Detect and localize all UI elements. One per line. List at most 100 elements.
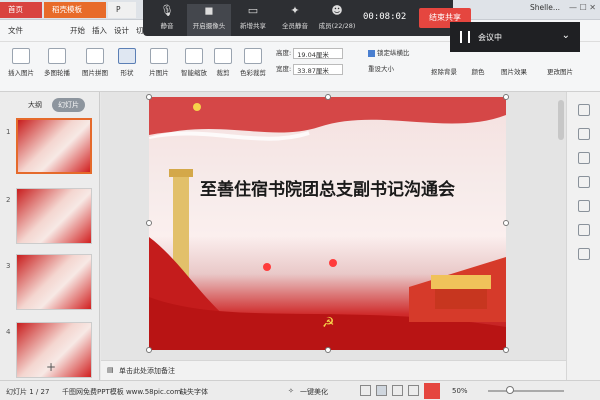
tab-home[interactable]: 首页: [0, 2, 42, 18]
slide-thumbnail[interactable]: [16, 118, 92, 174]
shape-icon: [118, 48, 136, 64]
right-side-toolbar: [566, 92, 600, 380]
sorter-view-icon[interactable]: [392, 385, 403, 396]
lock-ratio-checkbox[interactable]: 锁定纵横比: [368, 47, 410, 59]
meeting-toolbar: 🎙 静音 ◼ 开启摄像头 ▭ 新增共享 ✦ 全员静音 ☻ 成员(22/28) 00:08:…: [143, 0, 471, 36]
crop-icon: [214, 48, 232, 64]
template-name: 千图网免费PPT模板 www.58pic.com: [62, 388, 182, 396]
camera-icon: ◼: [204, 4, 214, 17]
shape-button[interactable]: 形状: [114, 48, 140, 77]
vertical-scrollbar[interactable]: [558, 100, 564, 140]
zoom-slider[interactable]: [488, 390, 564, 392]
multi-image-button[interactable]: 多图轮播: [40, 48, 74, 77]
height-input[interactable]: 19.04厘米: [293, 47, 344, 59]
missing-font-button[interactable]: 缺失字体: [180, 387, 208, 397]
slide-thumbnail[interactable]: [16, 188, 92, 244]
menu-insert[interactable]: 插入: [92, 25, 107, 36]
height-field[interactable]: 高度: 19.04厘米: [276, 47, 344, 59]
image-icon: [12, 48, 30, 64]
properties-icon[interactable]: [578, 128, 590, 140]
picture-icon: [150, 48, 168, 64]
microphone-icon: 🎙: [160, 4, 174, 17]
menu-file[interactable]: 文件: [8, 25, 23, 36]
width-field[interactable]: 宽度: 33.87厘米: [276, 63, 344, 75]
notes-bar[interactable]: ▤ 单击此处添加备注: [101, 360, 566, 380]
reading-view-icon[interactable]: [408, 385, 419, 396]
play-slideshow-button[interactable]: [424, 383, 440, 399]
layout-icon[interactable]: [578, 224, 590, 236]
rotate-icon: [244, 48, 262, 64]
resize-handle[interactable]: [503, 220, 509, 226]
slide-number: 3: [6, 262, 11, 270]
comment-icon[interactable]: [578, 200, 590, 212]
zoom-icon: [185, 48, 203, 64]
picture-effect-button[interactable]: 图片效果: [494, 66, 534, 76]
crop-image-button[interactable]: 片图片: [144, 48, 174, 77]
status-bar: 幻灯片 1 / 27 千图网免费PPT模板 www.58pic.com 缺失字体…: [0, 380, 600, 400]
resize-handle[interactable]: [503, 347, 509, 353]
chevron-down-icon[interactable]: ⌄: [562, 30, 570, 41]
zoom-slider-knob[interactable]: [506, 386, 514, 394]
resize-handle[interactable]: [503, 94, 509, 100]
slide-number: 4: [6, 328, 11, 336]
slide-number: 1: [6, 128, 11, 136]
add-slide-button[interactable]: +: [46, 360, 56, 374]
cursor-icon[interactable]: [578, 104, 590, 116]
resize-handle[interactable]: [146, 94, 152, 100]
color-button[interactable]: 颜色: [464, 66, 492, 76]
carousel-icon: [48, 48, 66, 64]
mute-all-icon: ✦: [290, 4, 300, 17]
menu-start[interactable]: 开始: [70, 25, 85, 36]
slide-canvas[interactable]: ☭ 至善住宿书院团总支副书记沟通会: [149, 97, 506, 350]
resize-handle[interactable]: [146, 220, 152, 226]
share-screen-icon: ▭: [247, 4, 259, 17]
beautify-button[interactable]: 一键美化: [300, 387, 328, 397]
insert-image-button[interactable]: 插入图片: [4, 48, 38, 77]
meeting-status-label: 会议中: [478, 33, 502, 42]
style-icon[interactable]: [578, 152, 590, 164]
svg-text:☭: ☭: [322, 315, 335, 331]
color-crop-button[interactable]: 色彩裁剪: [236, 48, 270, 77]
menu-design[interactable]: 设计: [114, 25, 129, 36]
change-picture-button[interactable]: 更改图片: [540, 66, 580, 76]
zoom-level[interactable]: 50%: [452, 387, 468, 395]
animation-icon[interactable]: [578, 176, 590, 188]
slide-background-art: ☭: [149, 97, 506, 350]
members-icon: ☻: [331, 4, 343, 17]
remove-background-button[interactable]: 抠除背景: [426, 66, 462, 76]
settings-icon[interactable]: [578, 248, 590, 260]
slide-thumbnail-panel: 大纲 幻灯片 1 2 3 4 +: [0, 92, 100, 380]
slide-title[interactable]: 至善住宿书院团总支副书记沟通会: [149, 175, 506, 200]
mute-button[interactable]: 🎙 静音: [147, 4, 187, 30]
resize-handle[interactable]: [325, 347, 331, 353]
width-input[interactable]: 33.87厘米: [293, 63, 344, 75]
meeting-timer: 00:08:02: [363, 12, 407, 22]
tab-template[interactable]: 稻壳模板: [44, 2, 106, 18]
checkbox-icon: [368, 49, 375, 57]
tab-slides[interactable]: 幻灯片: [52, 98, 85, 112]
crop-button[interactable]: 裁剪: [212, 48, 234, 77]
image-join-button[interactable]: 图片拼图: [78, 48, 112, 77]
members-button[interactable]: ☻ 成员(22/28): [315, 4, 359, 30]
notes-icon: ▤: [107, 366, 114, 374]
smart-zoom-button[interactable]: 智能缩放: [178, 48, 210, 77]
share-button[interactable]: ▭ 新增共享: [233, 4, 273, 30]
meeting-status-panel[interactable]: 会议中 ⌄: [450, 22, 580, 52]
slide-number: 2: [6, 196, 11, 204]
user-name[interactable]: Shelle...: [530, 3, 560, 12]
normal-view-icon[interactable]: [376, 385, 387, 396]
resize-handle[interactable]: [325, 94, 331, 100]
reset-size-button[interactable]: 重设大小: [368, 63, 394, 75]
tab-presentation[interactable]: P: [108, 2, 136, 18]
slide-counter: 幻灯片 1 / 27: [6, 388, 50, 396]
beautify-icon[interactable]: ✧: [288, 387, 294, 395]
mute-all-button[interactable]: ✦ 全员静音: [275, 4, 315, 30]
notes-placeholder[interactable]: 单击此处添加备注: [119, 366, 175, 376]
window-controls[interactable]: — ☐ ✕: [569, 3, 596, 12]
camera-button[interactable]: ◼ 开启摄像头: [187, 4, 231, 36]
collage-icon: [86, 48, 104, 64]
slide-thumbnail[interactable]: [16, 254, 92, 310]
notes-view-icon[interactable]: [360, 385, 371, 396]
resize-handle[interactable]: [146, 347, 152, 353]
tab-outline[interactable]: 大纲: [22, 98, 48, 112]
